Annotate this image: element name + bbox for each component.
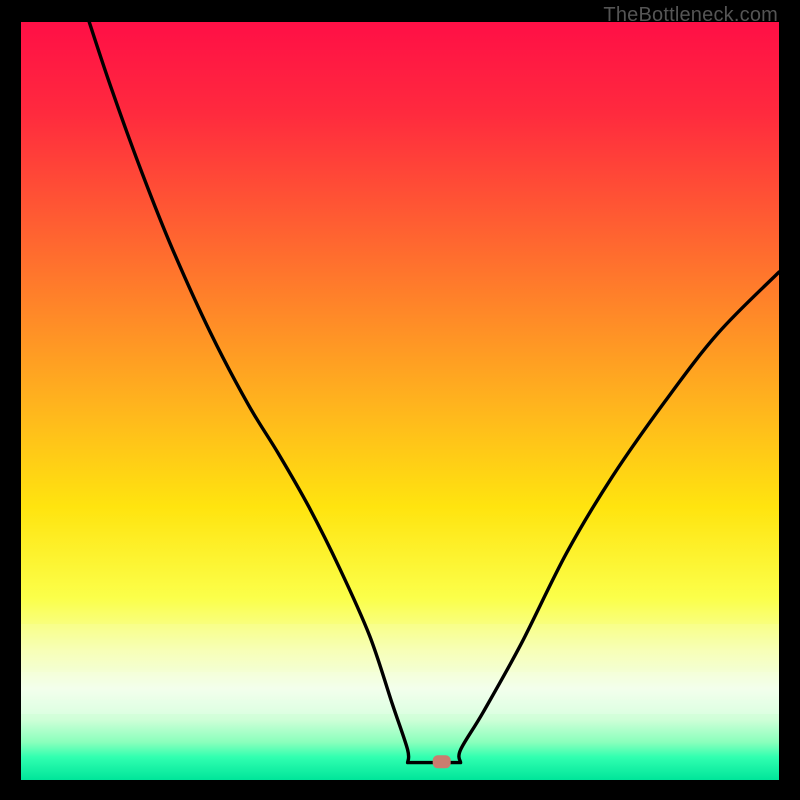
bottleneck-chart — [21, 22, 779, 780]
haze-band-lower — [21, 672, 779, 714]
optimal-point-marker — [433, 755, 451, 768]
chart-stage: TheBottleneck.com — [0, 0, 800, 800]
watermark-text: TheBottleneck.com — [603, 4, 778, 27]
haze-band-upper — [21, 624, 779, 672]
plot-area — [21, 22, 779, 780]
